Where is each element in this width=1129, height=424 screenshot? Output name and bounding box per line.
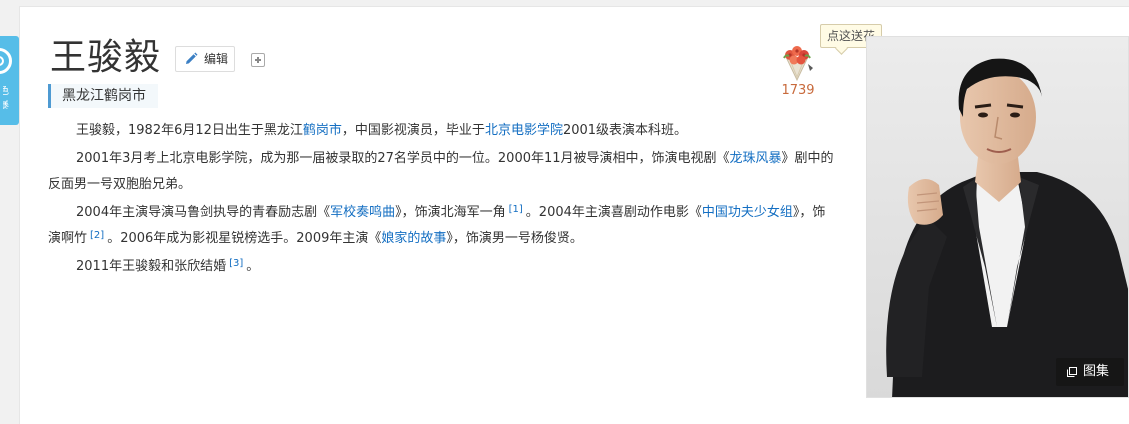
text: 》，饰演男一号杨俊贤。 bbox=[446, 231, 583, 246]
link-niangjia[interactable]: 娘家的故事 bbox=[381, 231, 446, 246]
text: 2001级表演本科班。 bbox=[562, 123, 688, 138]
gallery-icon bbox=[1067, 367, 1077, 377]
reference-2[interactable]: [2] bbox=[87, 230, 107, 241]
text: 。 bbox=[246, 259, 260, 274]
side-floating-tab[interactable]: 色 暴 bbox=[0, 36, 19, 125]
text: 2011年王骏毅和张欣结婚 bbox=[76, 259, 227, 274]
edit-button[interactable]: 编辑 bbox=[175, 46, 235, 72]
reference-1[interactable]: [1] bbox=[506, 204, 526, 215]
flower-bouquet-icon[interactable] bbox=[778, 44, 816, 82]
page-title: 王骏毅 bbox=[50, 37, 162, 78]
summary-paragraph-3: 2004年主演导演马鲁剑执导的青春励志剧《军校奏鸣曲》，饰演北海军一角 [1] 。2… bbox=[48, 200, 838, 252]
page-subtitle: 黑龙江鹤岗市 bbox=[48, 84, 158, 108]
summary-paragraph-1: 王骏毅，1982年6月12日出生于黑龙江鹤岗市，中国影视演员，毕业于北京电影学院… bbox=[48, 118, 838, 144]
pencil-icon bbox=[186, 52, 198, 64]
summary-paragraph-2: 2001年3月考上北京电影学院，成为那一届被录取的27名学员中的一位。2000年… bbox=[48, 146, 838, 198]
link-bfa[interactable]: 北京电影学院 bbox=[485, 123, 563, 138]
summary-section: 王骏毅，1982年6月12日出生于黑龙江鹤岗市，中国影视演员，毕业于北京电影学院… bbox=[48, 118, 838, 282]
side-tab-text-2: 暴 bbox=[3, 100, 9, 111]
reference-3[interactable]: [3] bbox=[226, 258, 246, 269]
text: 。2004年主演喜剧动作电影《 bbox=[525, 205, 702, 220]
link-junxiao[interactable]: 军校奏鸣曲 bbox=[330, 205, 395, 220]
add-icon[interactable] bbox=[251, 53, 265, 67]
profile-photo-illustration bbox=[867, 37, 1128, 397]
album-button-label: 图集 bbox=[1083, 364, 1110, 379]
target-icon bbox=[0, 48, 12, 74]
text: 。2006年成为影视星锐榜选手。2009年主演《 bbox=[107, 231, 382, 246]
text: 2004年主演导演马鲁剑执导的青春励志剧《 bbox=[76, 205, 331, 220]
link-gongfu[interactable]: 中国功夫少女组 bbox=[702, 205, 793, 220]
text: 王骏毅，1982年6月12日出生于黑龙江 bbox=[76, 123, 303, 138]
profile-photo[interactable] bbox=[866, 36, 1129, 398]
summary-paragraph-4: 2011年王骏毅和张欣结婚 [3]。 bbox=[48, 254, 838, 280]
text: ，中国影视演员，毕业于 bbox=[341, 123, 485, 138]
link-hegang[interactable]: 鹤岗市 bbox=[303, 123, 342, 138]
side-tab-text-1: 色 bbox=[3, 86, 9, 97]
text: 2001年3月考上北京电影学院，成为那一届被录取的27名学员中的一位。2000年… bbox=[76, 151, 730, 166]
link-longzhu[interactable]: 龙珠风暴 bbox=[730, 151, 782, 166]
album-button[interactable]: 图集 bbox=[1056, 358, 1124, 386]
edit-button-label: 编辑 bbox=[204, 52, 229, 66]
flower-count: 1739 bbox=[781, 83, 815, 98]
text: 》，饰演北海军一角 bbox=[395, 205, 506, 220]
